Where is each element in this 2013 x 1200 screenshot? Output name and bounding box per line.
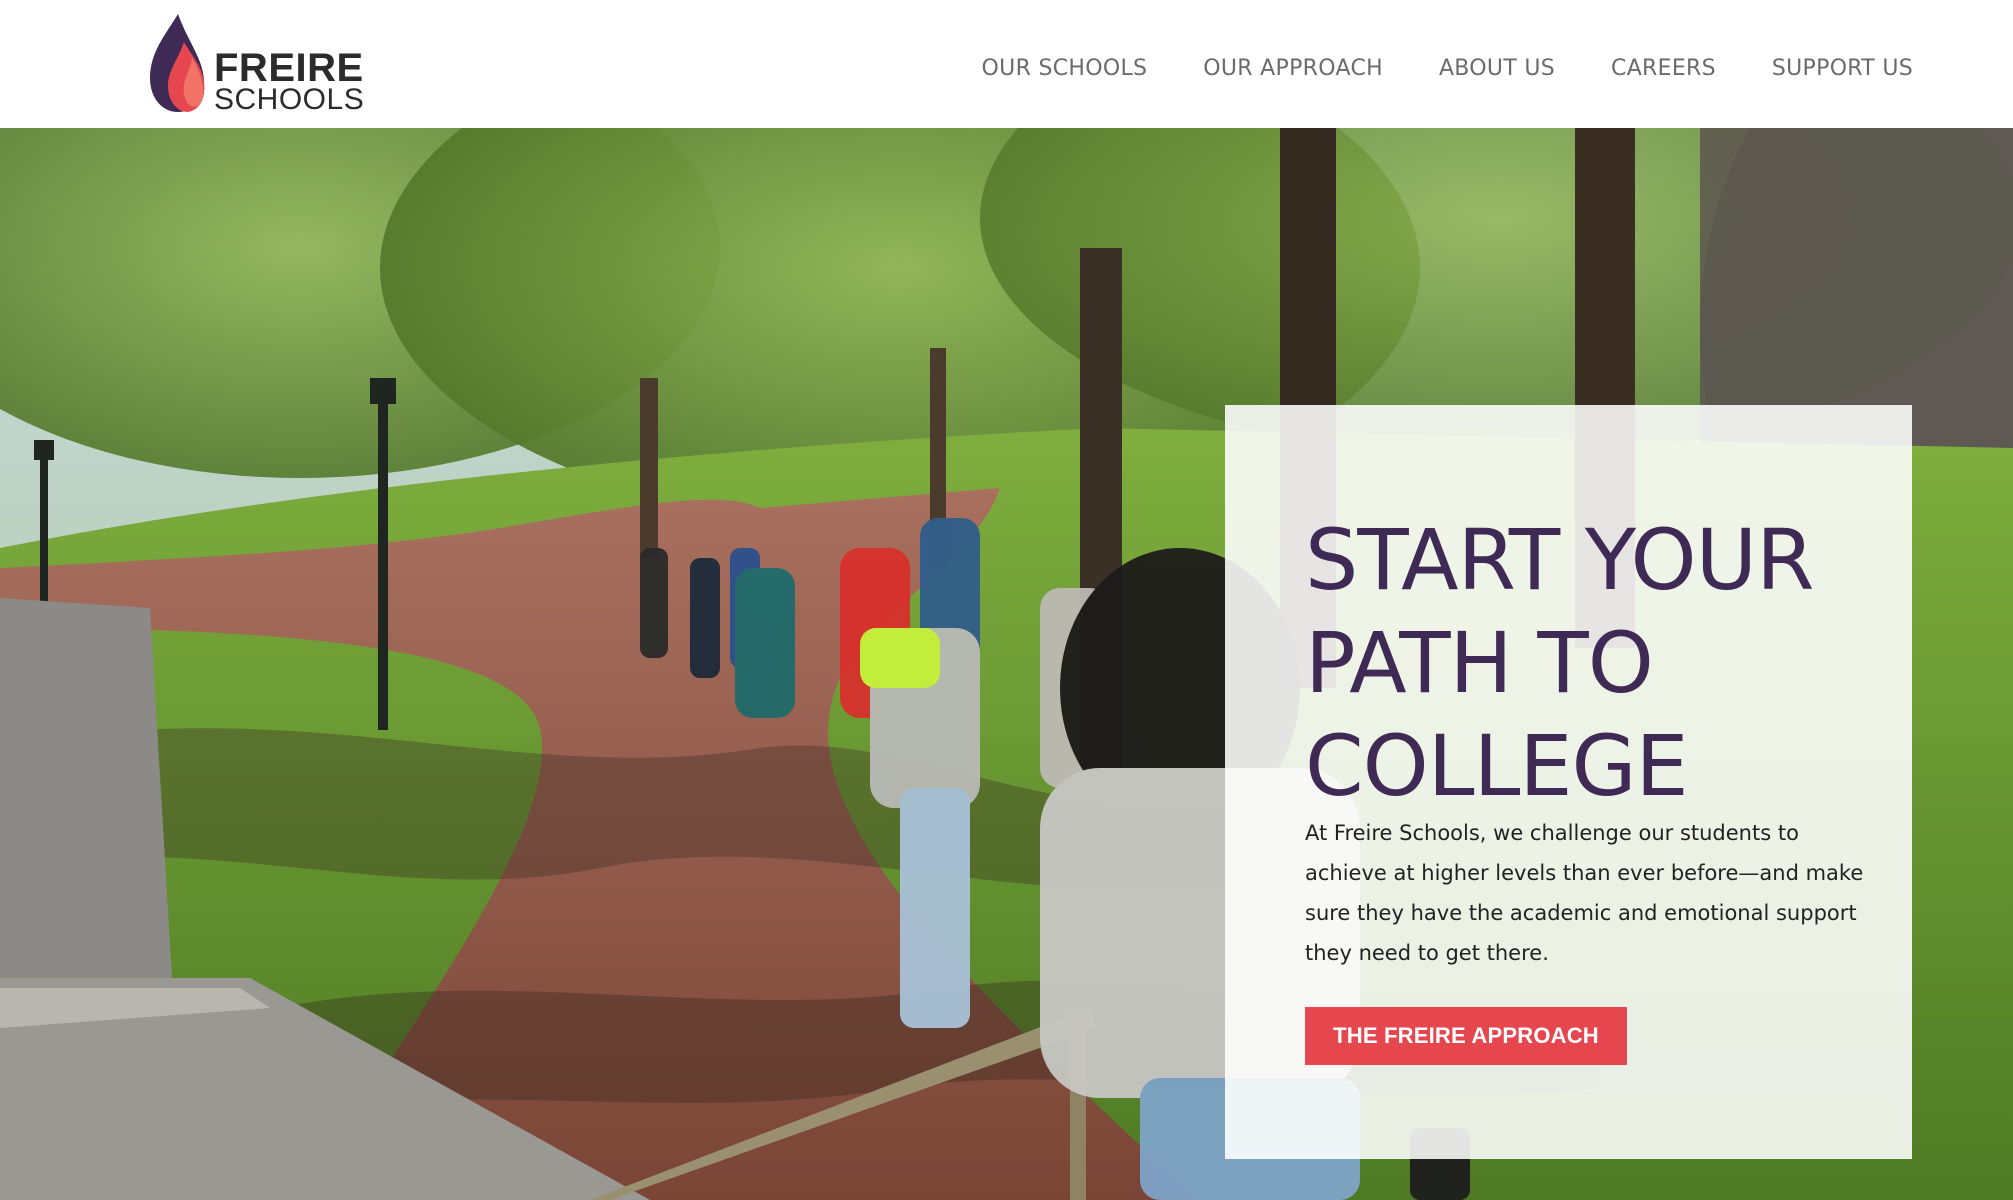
nav-item-careers[interactable]: CAREERS <box>1611 56 1716 81</box>
hero-intro-text: At Freire Schools, we challenge our stud… <box>1305 821 1864 965</box>
hero-headline-line: START YOUR <box>1305 511 1815 609</box>
hero-headline-line: PATH TO <box>1305 614 1654 712</box>
logo-wordmark-freire: FREIRE <box>214 46 364 90</box>
flame-logo-icon <box>150 14 205 112</box>
hero-headline-line: COLLEGE <box>1305 717 1689 815</box>
nav-item-our-approach[interactable]: OUR APPROACH <box>1203 56 1383 81</box>
logo-wordmark-schools: SCHOOLS <box>214 83 365 116</box>
freire-approach-button[interactable]: THE FREIRE APPROACH <box>1305 1007 1627 1065</box>
hero-card: START YOUR PATH TO COLLEGE At Freire Sch… <box>1225 405 1912 1159</box>
nav-item-about-us[interactable]: ABOUT US <box>1439 56 1555 81</box>
main-navigation: OUR SCHOOLS OUR APPROACH ABOUT US CAREER… <box>982 48 1913 88</box>
site-header: FREIRE SCHOOLS OUR SCHOOLS OUR APPROACH … <box>0 0 2013 128</box>
hero-section: START YOUR PATH TO COLLEGE At Freire Sch… <box>0 128 2013 1200</box>
freire-schools-logo[interactable]: FREIRE SCHOOLS <box>148 12 364 116</box>
nav-item-our-schools[interactable]: OUR SCHOOLS <box>982 56 1148 81</box>
nav-item-support-us[interactable]: SUPPORT US <box>1772 56 1913 81</box>
hero-headline: START YOUR PATH TO COLLEGE <box>1305 509 1885 818</box>
